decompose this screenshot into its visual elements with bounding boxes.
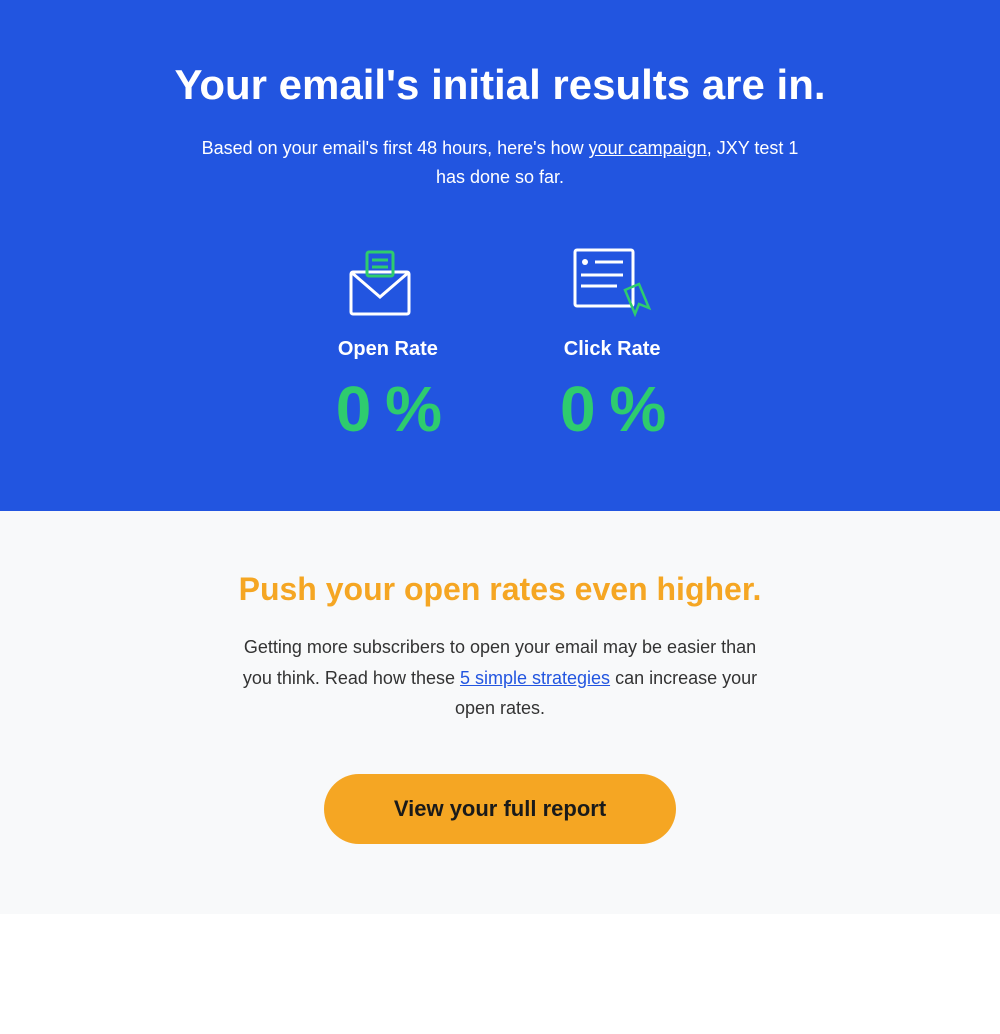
cursor-click-icon	[567, 242, 657, 322]
strategies-link[interactable]: 5 simple strategies	[460, 668, 610, 688]
click-rate-value: 0 %	[560, 377, 664, 441]
blue-section: Your email's initial results are in. Bas…	[0, 0, 1000, 511]
promo-text: Getting more subscribers to open your em…	[230, 632, 770, 724]
subtitle-text-before-link: Based on your email's first 48 hours, he…	[202, 138, 589, 158]
click-rate-metric: Click Rate 0 %	[560, 242, 664, 441]
main-title: Your email's initial results are in.	[80, 60, 920, 110]
promo-title: Push your open rates even higher.	[80, 571, 920, 608]
campaign-link[interactable]: your campaign	[589, 138, 707, 158]
metrics-row: Open Rate 0 %	[80, 242, 920, 441]
email-open-icon	[343, 242, 433, 322]
subtitle: Based on your email's first 48 hours, he…	[200, 134, 800, 192]
open-rate-value: 0 %	[336, 377, 440, 441]
view-report-button[interactable]: View your full report	[324, 774, 676, 844]
email-container: Your email's initial results are in. Bas…	[0, 0, 1000, 1034]
open-rate-label: Open Rate	[338, 338, 438, 361]
click-rate-label: Click Rate	[564, 338, 661, 361]
white-section: Push your open rates even higher. Gettin…	[0, 511, 1000, 914]
open-rate-metric: Open Rate 0 %	[336, 242, 440, 441]
